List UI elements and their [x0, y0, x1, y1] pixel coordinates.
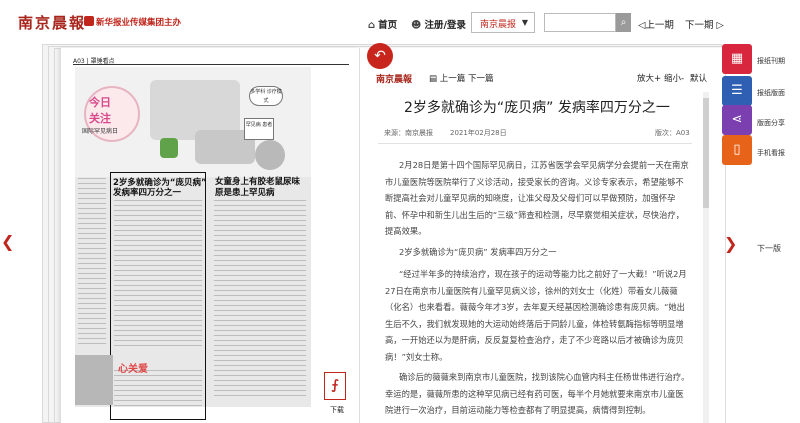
scan-text-block: [214, 200, 306, 400]
share-label: 版面分享: [757, 119, 785, 127]
scan-headline[interactable]: 原是患上罕见病: [215, 186, 275, 198]
scan-photo: [75, 355, 113, 405]
next-edition-link[interactable]: 下一版: [757, 243, 781, 254]
article-source: 来源：南京晨报: [384, 129, 433, 137]
article-title: 2岁多就确诊为“庞贝病” 发病率四万分之一: [404, 100, 670, 116]
divider: [378, 143, 692, 144]
article-paragraph: 2月28日是第十四个国际罕见病日，江苏省医学会罕见病学分会提前一天在南京市儿童医…: [385, 160, 689, 236]
article-edition: 版次：A03: [655, 129, 690, 137]
today-focus-line1: 今日: [89, 96, 111, 109]
today-focus-line2: 关注: [89, 112, 111, 125]
zoom-default-button[interactable]: 默认: [690, 72, 707, 84]
article-nav: ▤ 上一篇 下一篇: [429, 72, 493, 84]
download-label: 下载: [330, 406, 344, 414]
mobile-label: 手机看报: [757, 149, 785, 157]
layout-button[interactable]: ☰: [722, 76, 752, 106]
search-button[interactable]: ⌕: [616, 13, 631, 32]
scan-text-block: [114, 370, 202, 406]
zoom-out-button[interactable]: 缩小-: [664, 72, 684, 84]
chevron-down-icon: ▼: [521, 18, 528, 27]
prev-page-arrow-icon[interactable]: ❮: [1, 232, 14, 251]
next-page-arrow-icon[interactable]: ❯: [724, 234, 737, 253]
zoom-in-button[interactable]: 放大+: [637, 72, 661, 84]
search-input[interactable]: [544, 13, 616, 32]
scan-text-block: [78, 178, 106, 348]
top-header: 南京晨報 新华报业传媒集团主办 ⌂ 首页 ☻ 注册/登录 南京晨报 ▼ ⌕ ◁上一期 …: [0, 0, 800, 44]
illustration-shape: [255, 140, 285, 170]
login-link[interactable]: ☻ 注册/登录: [411, 17, 466, 31]
site-logo[interactable]: 南京晨報: [18, 12, 86, 33]
phone-icon: ▯: [733, 142, 741, 157]
list-icon: ☰: [731, 83, 743, 98]
next-circle-icon: ▷: [716, 20, 724, 31]
scrollbar-thumb[interactable]: [703, 98, 709, 208]
illustration-bubble: 罕见病 患者: [244, 118, 274, 140]
reader-logo: 南京晨報: [376, 75, 413, 85]
mobile-button[interactable]: ▯: [722, 135, 752, 165]
layout-label: 报纸版面: [757, 89, 785, 97]
sponsor-label: 新华报业传媒集团主办: [84, 16, 181, 28]
prev-article-link[interactable]: 上一篇: [440, 74, 466, 84]
article-paragraph: 确诊后的薇薇来到南京市儿童医院，找到该院心血管内科主任杨世伟进行治疗。幸运的是，…: [385, 372, 690, 415]
article-date: 2021年02月28日: [450, 129, 507, 137]
group-logo-icon: [84, 16, 94, 26]
illustration-bubble: 多学科 诊疗模式: [249, 86, 283, 106]
paper-select[interactable]: 南京晨报 ▼: [471, 12, 535, 33]
prev-issue-link[interactable]: ◁上一期: [638, 17, 674, 31]
scan-text-block: [114, 200, 202, 350]
calendar-icon: ▦: [730, 51, 744, 66]
issue-list-button[interactable]: ▦: [722, 44, 752, 74]
illustration-shape: [160, 138, 178, 158]
article-paragraph: “经过半年多的持续治疗，现在孩子的运动等能力比之前好了一大截！”听说2月27日在…: [385, 269, 687, 362]
user-icon: ☻: [411, 20, 422, 31]
share-button[interactable]: ⋖: [722, 105, 752, 135]
scan-headline: 发病率四万分之一: [113, 188, 182, 198]
back-arrow-icon: ↶: [374, 48, 386, 64]
article-subheading: 2岁多就确诊为“庞贝病” 发病率四万分之一: [399, 247, 557, 257]
back-button[interactable]: ↶: [367, 43, 393, 69]
search-icon: ⌕: [620, 17, 627, 28]
issue-list-label: 报纸刊期: [757, 57, 785, 65]
next-article-link[interactable]: 下一篇: [468, 74, 494, 84]
scan-red-caption: 心关爱: [118, 364, 148, 375]
share-icon: ⋖: [731, 112, 743, 127]
home-icon: ⌂: [368, 20, 376, 31]
pdf-icon: ⨍: [331, 378, 339, 393]
pdf-download-button[interactable]: ⨍: [324, 372, 346, 400]
home-link[interactable]: ⌂ 首页: [368, 17, 397, 31]
today-focus-line3: 国际罕见病日: [82, 128, 119, 135]
doc-icon: ▤: [429, 74, 440, 84]
next-issue-link[interactable]: 下一期 ▷: [685, 17, 724, 31]
divider: [73, 64, 349, 65]
